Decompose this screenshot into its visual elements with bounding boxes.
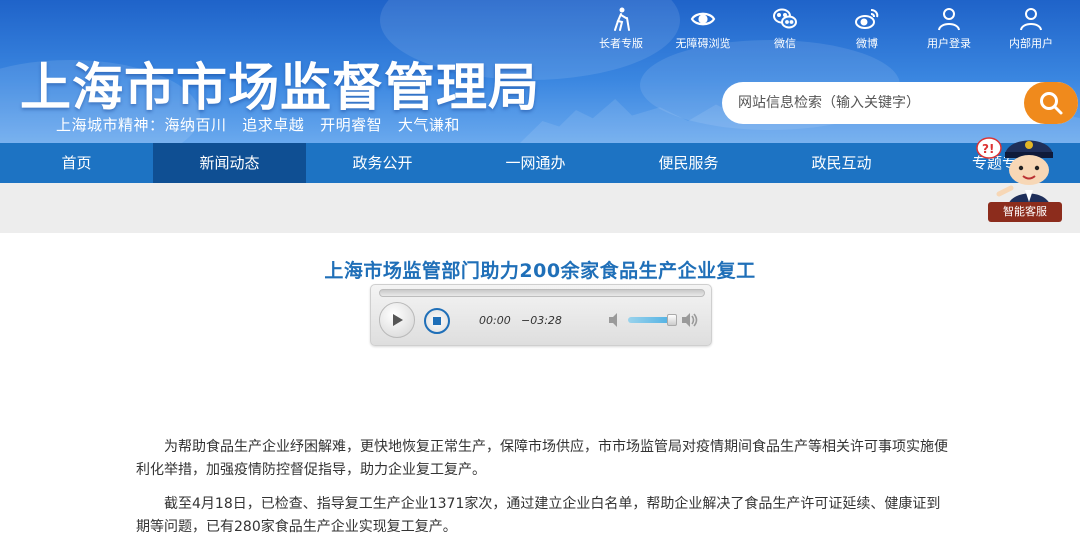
nav-item-home[interactable]: 首页 <box>0 143 153 183</box>
breadcrumb-band <box>0 183 1080 233</box>
search-icon <box>1040 92 1063 115</box>
main-nav: 首页 新闻动态 政务公开 一网通办 便民服务 政民互动 专题专 <box>0 143 1080 183</box>
nav-item-public-service[interactable]: 便民服务 <box>612 143 765 183</box>
site-title[interactable]: 上海市市场监督管理局 <box>20 46 540 120</box>
elder-icon <box>614 7 630 31</box>
nav-item-news[interactable]: 新闻动态 <box>153 143 306 183</box>
top-link-elder[interactable]: 长者专版 <box>580 6 662 51</box>
nav-item-government-affairs[interactable]: 政务公开 <box>306 143 459 183</box>
top-link-label: 用户登录 <box>927 37 971 50</box>
stop-icon <box>433 317 441 325</box>
volume-slider-handle[interactable] <box>667 314 677 326</box>
user-icon <box>938 8 960 31</box>
volume-max-icon[interactable] <box>681 311 699 329</box>
assistant-label: 智能客服 <box>988 202 1062 222</box>
audio-player: 00:00 −03:28 <box>370 284 712 346</box>
article-title: 上海市场监管部门助力200余家食品生产企业复工 <box>324 260 756 282</box>
search-button[interactable] <box>1024 82 1078 124</box>
stop-button[interactable] <box>424 308 450 334</box>
mute-icon[interactable] <box>607 311 625 329</box>
nav-item-one-stop-service[interactable]: 一网通办 <box>459 143 612 183</box>
play-icon <box>393 314 403 326</box>
site-header: 上海市市场监督管理局 上海城市精神：海纳百川 追求卓越 开明睿智 大气谦和 长者… <box>0 0 1080 143</box>
current-time: 00:00 <box>479 314 511 327</box>
play-button[interactable] <box>379 302 415 338</box>
top-link-accessibility[interactable]: 无障碍浏览 <box>662 6 744 51</box>
audio-progress-bar[interactable] <box>379 289 705 297</box>
top-link-label: 无障碍浏览 <box>675 37 731 50</box>
remaining-time: −03:28 <box>521 314 562 327</box>
police-assistant-icon: ?! <box>976 137 1053 210</box>
top-link-weibo[interactable]: 微博 <box>826 6 908 51</box>
assistant-bubble-text: ?! <box>982 142 994 156</box>
top-link-wechat[interactable]: 微信 <box>744 6 826 51</box>
top-link-label: 微信 <box>774 37 796 50</box>
top-link-internal-user[interactable]: 内部用户 <box>990 6 1072 51</box>
top-link-label: 微博 <box>856 37 878 50</box>
smart-assistant[interactable]: ?! 智能客服 <box>975 130 1071 225</box>
city-slogan: 上海城市精神：海纳百川 追求卓越 开明睿智 大气谦和 <box>56 116 460 134</box>
top-links: 长者专版 无障碍浏览 微信 微博 用户登录 内部用户 <box>580 6 1072 51</box>
article-paragraph: 为帮助食品生产企业纾困解难，更快地恢复正常生产，保障市场供应，市市场监管局对疫情… <box>136 439 948 478</box>
nav-item-interaction[interactable]: 政民互动 <box>765 143 918 183</box>
article-paragraph: 截至4月18日，已检查、指导复工生产企业1371家次，通过建立企业白名单，帮助企… <box>136 496 941 535</box>
user-icon <box>1020 8 1042 31</box>
search-box <box>722 82 1078 124</box>
wechat-icon <box>773 8 797 29</box>
volume-slider[interactable] <box>628 317 672 323</box>
top-link-label: 长者专版 <box>599 37 643 50</box>
top-link-label: 内部用户 <box>1009 37 1053 50</box>
weibo-icon <box>855 9 879 29</box>
top-link-user-login[interactable]: 用户登录 <box>908 6 990 51</box>
eye-icon <box>690 12 716 26</box>
search-input[interactable] <box>722 95 1012 111</box>
